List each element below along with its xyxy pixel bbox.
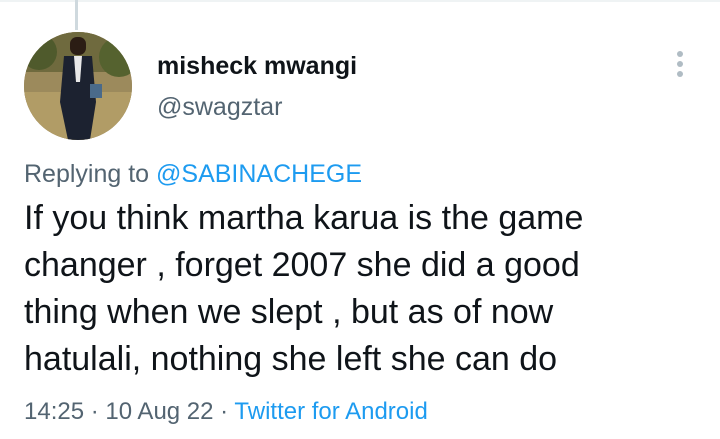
tweet-text-line: thing when we slept , but as of now (24, 293, 554, 331)
avatar-photo (24, 32, 132, 140)
tweet-date[interactable]: 10 Aug 22 (105, 398, 213, 425)
avatar[interactable] (24, 32, 132, 140)
tweet-text: If you think martha karua is the game ch… (24, 195, 704, 383)
tweet-text-line: changer , forget 2007 she did a good (24, 246, 580, 284)
thread-connector-line (75, 0, 78, 30)
more-vertical-icon[interactable] (664, 48, 696, 80)
replying-to-mention[interactable]: @SABINACHEGE (156, 160, 362, 188)
replying-prefix: Replying to (24, 160, 157, 188)
author-display-name[interactable]: misheck mwangi (157, 52, 357, 81)
tweet-metadata: 14:25 · 10 Aug 22 · Twitter for Android (24, 398, 428, 426)
top-divider (0, 0, 720, 2)
author-handle[interactable]: @swagztar (157, 93, 282, 122)
replying-to-line: Replying to @SABINACHEGE (24, 160, 362, 189)
tweet-text-line: hatulali, nothing she left she can do (24, 340, 558, 378)
tweet-text-line: If you think martha karua is the game (24, 199, 584, 237)
meta-separator: · (213, 398, 235, 425)
tweet-source-link[interactable]: Twitter for Android (234, 398, 427, 425)
tweet-time[interactable]: 14:25 (24, 398, 84, 425)
meta-separator: · (84, 398, 106, 425)
